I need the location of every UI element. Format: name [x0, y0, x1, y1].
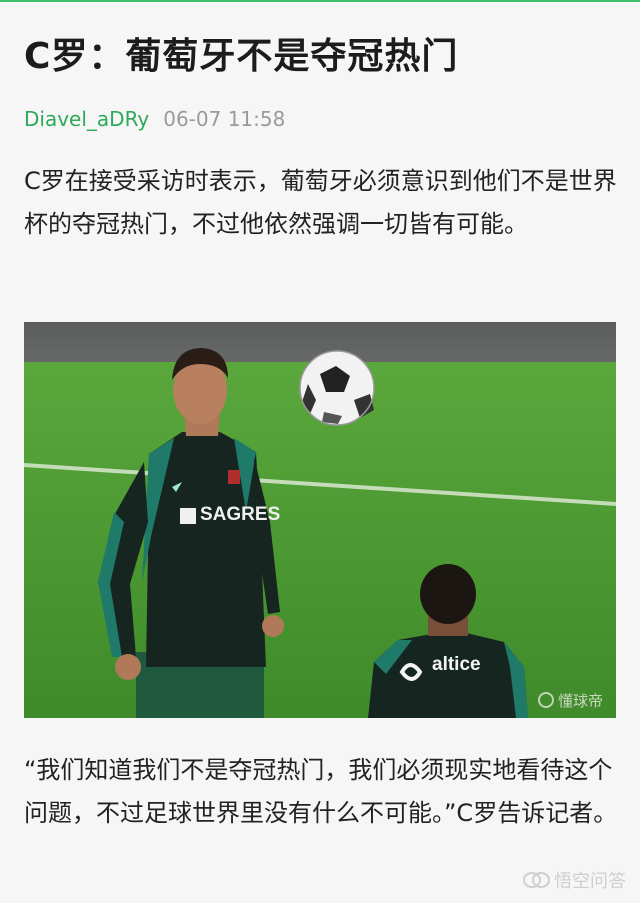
article-paragraph-quote: “我们知道我们不是夺冠热门，我们必须现实地看待这个问题，不过足球世界里没有什么不…	[24, 756, 618, 827]
app-watermark-label: 悟空问答	[554, 871, 626, 892]
app-watermark: 悟空问答	[522, 867, 626, 893]
article-photo[interactable]: SAGRES altice 懂球帝	[24, 322, 616, 718]
author-link[interactable]: Diavel_aDRy	[24, 107, 149, 131]
article-title: C罗：葡萄牙不是夺冠热门	[24, 36, 459, 77]
publish-time: 06-07 11:58	[163, 107, 286, 131]
jersey-sponsor: SAGRES	[200, 504, 280, 525]
football	[299, 350, 375, 426]
wukong-logo-icon	[523, 872, 550, 888]
article-paragraph: C罗在接受采访时表示，葡萄牙必须意识到他们不是世界杯的夺冠热门，不过他依然强调一…	[24, 167, 617, 238]
article-meta: Diavel_aDRy 06-07 11:58	[24, 106, 285, 132]
back-player-sponsor: altice	[432, 654, 481, 675]
top-accent-line	[0, 0, 640, 2]
photo-watermark: 懂球帝	[558, 692, 603, 710]
sponsor-logo	[180, 508, 196, 524]
